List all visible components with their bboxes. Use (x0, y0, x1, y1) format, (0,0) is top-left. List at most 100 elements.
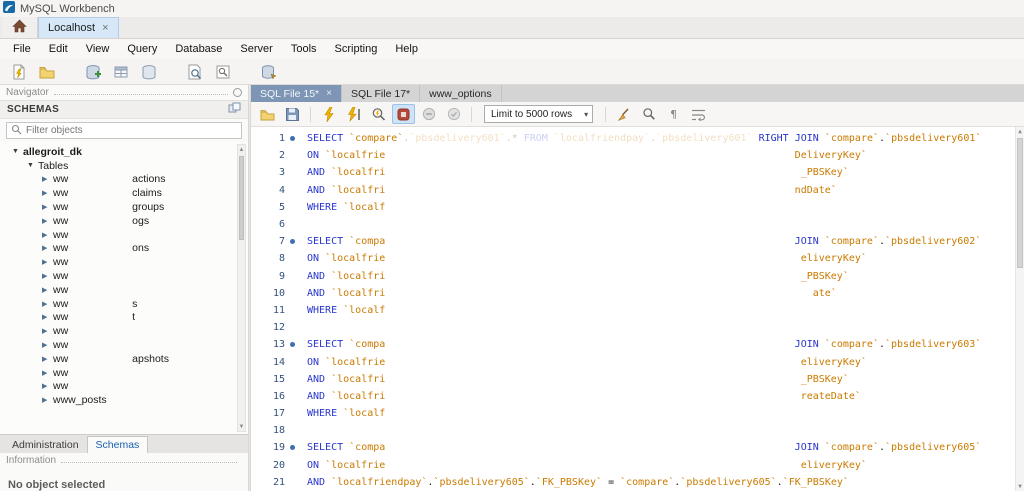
tree-item-table[interactable]: ▶wws (0, 297, 248, 311)
tree-item-tables[interactable]: ▼ Tables (0, 159, 248, 173)
tree-item-table[interactable]: ▶www_posts (0, 393, 248, 407)
menu-scripting[interactable]: Scripting (326, 40, 387, 58)
menu-server[interactable]: Server (231, 40, 281, 58)
code-line[interactable]: 1SELECT `compare`.`pbsdelivery601`.* FRO… (251, 130, 1024, 147)
editor-tab-sql-file-17[interactable]: SQL File 17* (342, 85, 420, 102)
explain-statement-icon[interactable] (367, 104, 390, 124)
home-tab[interactable] (2, 17, 38, 38)
code-line[interactable]: 11WHERE `localf (251, 302, 1024, 319)
find-in-script-icon[interactable] (637, 104, 660, 124)
tree-item-table[interactable]: ▶wwapshots (0, 352, 248, 366)
code-line[interactable]: 18 (251, 422, 1024, 439)
code-line[interactable]: 3AND `localfri_PBSKey` (251, 164, 1024, 181)
editor-tab-www-options[interactable]: www_options (420, 85, 501, 102)
expand-arrow-icon[interactable]: ▶ (42, 286, 53, 294)
expand-arrow-icon[interactable]: ▶ (42, 203, 53, 211)
code-line[interactable]: 6 (251, 216, 1024, 233)
expand-arrow-icon[interactable]: ▶ (42, 300, 53, 308)
expand-arrow-icon[interactable]: ▶ (42, 272, 53, 280)
stop-query-icon[interactable] (417, 104, 440, 124)
execute-current-statement-icon[interactable] (342, 104, 365, 124)
editor-scrollbar[interactable]: ▲ ▼ (1015, 127, 1024, 491)
expand-arrow-icon[interactable]: ▶ (42, 355, 53, 363)
expand-arrow-icon[interactable]: ▶ (42, 231, 53, 239)
menu-edit[interactable]: Edit (40, 40, 77, 58)
tree-item-table[interactable]: ▶ww (0, 255, 248, 269)
code-line[interactable]: 17WHERE `localf (251, 405, 1024, 422)
expand-arrow-icon[interactable]: ▶ (42, 396, 53, 404)
expand-arrow-icon[interactable]: ▶ (42, 175, 53, 183)
sidebar-tab-administration[interactable]: Administration (4, 437, 87, 453)
code-line[interactable]: 14ON `localfrieeliveryKey` (251, 353, 1024, 370)
tree-scrollbar[interactable]: ▲ ▼ (237, 144, 246, 432)
commit-transaction-icon[interactable] (442, 104, 465, 124)
tree-item-table[interactable]: ▶wwogs (0, 214, 248, 228)
expand-arrow-icon[interactable]: ▶ (42, 369, 53, 377)
collapse-arrow-icon[interactable]: ▼ (27, 162, 38, 169)
scrollbar-thumb[interactable] (1017, 138, 1023, 268)
tab-localhost[interactable]: Localhost × (38, 17, 119, 38)
open-file-icon[interactable] (256, 104, 279, 124)
code-line[interactable]: 9AND `localfri_PBSKey` (251, 268, 1024, 285)
new-query-tab-icon[interactable] (6, 61, 31, 83)
tree-item-schema[interactable]: ▼ allegroit_dk (0, 145, 248, 159)
stop-on-error-toggle-icon[interactable] (392, 104, 415, 124)
schemas-section-header[interactable]: SCHEMAS (0, 100, 248, 119)
scroll-down-icon[interactable]: ▼ (238, 422, 245, 431)
tree-item-table[interactable]: ▶ww (0, 338, 248, 352)
code-line[interactable]: 4AND `localfrindDate` (251, 182, 1024, 199)
menu-query[interactable]: Query (118, 40, 166, 58)
expand-arrow-icon[interactable]: ▶ (42, 244, 53, 252)
panel-options-icon[interactable] (233, 88, 242, 97)
tree-item-table[interactable]: ▶wwactions (0, 173, 248, 187)
open-sql-script-icon[interactable] (34, 61, 59, 83)
create-new-schema-icon[interactable] (80, 61, 105, 83)
editor-tab-sql-file-15[interactable]: SQL File 15*× (251, 85, 342, 102)
tree-item-table[interactable]: ▶wwt (0, 311, 248, 325)
expand-arrow-icon[interactable]: ▶ (42, 327, 53, 335)
reconnect-to-dbms-icon[interactable] (256, 61, 281, 83)
menu-view[interactable]: View (77, 40, 119, 58)
menu-help[interactable]: Help (386, 40, 427, 58)
close-icon[interactable]: × (326, 88, 332, 99)
tree-item-table[interactable]: ▶wwons (0, 242, 248, 256)
expand-arrow-icon[interactable]: ▶ (42, 382, 53, 390)
code-line[interactable]: 20ON `localfrieeliveryKey` (251, 457, 1024, 474)
code-line[interactable]: 21AND `localfriendpay`.`pbsdelivery605`.… (251, 474, 1024, 491)
menu-database[interactable]: Database (166, 40, 231, 58)
code-line[interactable]: 15AND `localfri_PBSKey` (251, 371, 1024, 388)
scroll-up-icon[interactable]: ▲ (1016, 127, 1024, 136)
show-invisible-chars-icon[interactable]: ¶ (662, 104, 685, 124)
search-table-data-icon[interactable] (182, 61, 207, 83)
code-line[interactable]: 10AND `localfriate` (251, 285, 1024, 302)
filter-objects-input[interactable] (26, 125, 237, 136)
code-line[interactable]: 16AND `localfrireateDate` (251, 388, 1024, 405)
tree-item-table[interactable]: ▶ww (0, 366, 248, 380)
save-file-icon[interactable] (281, 104, 304, 124)
filter-box[interactable] (6, 122, 242, 139)
menu-file[interactable]: File (4, 40, 40, 58)
code-line[interactable]: 13SELECT `compaJOIN `compare`.`pbsdelive… (251, 336, 1024, 353)
expand-arrow-icon[interactable]: ▶ (42, 313, 53, 321)
scroll-down-icon[interactable]: ▼ (1016, 482, 1024, 491)
tree-item-table[interactable]: ▶ww (0, 269, 248, 283)
expand-arrow-icon[interactable]: ▶ (42, 341, 53, 349)
limit-rows-dropdown[interactable]: Limit to 5000 rows ▾ (484, 105, 593, 123)
scroll-up-icon[interactable]: ▲ (238, 145, 245, 154)
collapse-arrow-icon[interactable]: ▼ (12, 148, 23, 155)
tree-item-table[interactable]: ▶ww (0, 380, 248, 394)
tree-item-table[interactable]: ▶wwclaims (0, 186, 248, 200)
tree-item-table[interactable]: ▶ww (0, 283, 248, 297)
execute-statement-icon[interactable] (317, 104, 340, 124)
tree-item-table[interactable]: ▶wwgroups (0, 200, 248, 214)
expand-arrow-icon[interactable]: ▶ (42, 258, 53, 266)
menu-tools[interactable]: Tools (282, 40, 326, 58)
code-line[interactable]: 5WHERE `localf (251, 199, 1024, 216)
refresh-schemas-icon[interactable] (228, 102, 241, 117)
code-line[interactable]: 2ON `localfrieDeliveryKey` (251, 147, 1024, 164)
expand-arrow-icon[interactable]: ▶ (42, 217, 53, 225)
create-new-table-icon[interactable] (108, 61, 133, 83)
expand-arrow-icon[interactable]: ▶ (42, 189, 53, 197)
create-new-view-icon[interactable] (136, 61, 161, 83)
wrap-text-icon[interactable] (687, 104, 710, 124)
